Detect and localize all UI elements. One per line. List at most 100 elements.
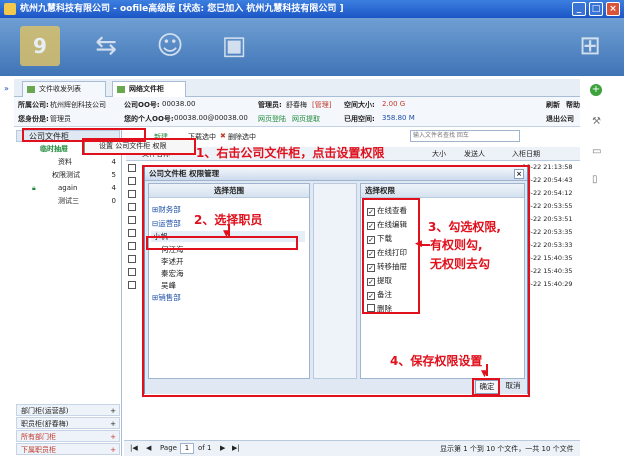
row-checkbox[interactable] (128, 242, 136, 250)
collapse-left-icon[interactable]: » (4, 84, 9, 93)
role-value: 管理员 (50, 115, 71, 123)
annotation-step4: 4、保存权限设置 (390, 354, 483, 368)
annotation-step3-line1: 3、勾选权限, (428, 220, 501, 234)
arrow-down-icon: ▼ (481, 369, 488, 379)
prev-page-icon[interactable]: ◀ (146, 444, 151, 452)
next-page-icon[interactable]: ▶ (220, 444, 225, 452)
space-size: 2.00 G (382, 100, 406, 108)
row-checkbox[interactable] (128, 255, 136, 263)
dept-cabinet-item[interactable]: 部门柜(运营部) + (16, 404, 120, 416)
users-icon[interactable]: ☺ (150, 26, 190, 66)
row-checkbox[interactable] (128, 203, 136, 211)
annotation-step3-line2: 有权则勾, (430, 238, 483, 252)
item-name: 测试三 (58, 197, 79, 205)
list-item[interactable]: 资料 4 (14, 156, 120, 169)
company-label: 所属公司: (18, 101, 49, 109)
admin-name: 舒春梅 (286, 101, 307, 109)
row-checkbox[interactable] (128, 177, 136, 185)
annotation-step2: 2、选择职员 (194, 213, 263, 227)
sub-staff-item[interactable]: 下属职员柜 + (16, 443, 120, 455)
used-label: 已用空间: (344, 115, 375, 123)
row-checkbox[interactable] (128, 190, 136, 198)
list-icon (27, 86, 35, 93)
staff-cabinet-item[interactable]: 职员柜(舒春梅) + (16, 417, 120, 429)
personal-oo: 00038.00@00038.00 (174, 114, 248, 122)
item-count: 4 (111, 184, 116, 192)
page-number-input[interactable]: 1 (180, 443, 194, 454)
first-page-icon[interactable]: |◀ (130, 444, 138, 452)
item-count: 5 (111, 171, 116, 179)
arrow-down-icon: ▼ (223, 229, 230, 239)
tab-bar: 文件收发列表 网络文件柜 (14, 79, 580, 97)
row-checkbox[interactable] (128, 229, 136, 237)
oo-label: 公司OO号: (124, 101, 160, 109)
file-search-input[interactable]: 输入文件名查找 回车 (410, 130, 520, 142)
tab-file-transfer[interactable]: 文件收发列表 (22, 81, 106, 97)
plus-icon: + (110, 446, 116, 454)
item-name: 权限测试 (52, 171, 80, 179)
right-tool-strip: + ⚒ ▭ ▯ (586, 80, 624, 460)
safe-icon[interactable]: ▣ (214, 26, 254, 66)
annotation-box-menu (82, 138, 196, 155)
add-icon[interactable]: + (590, 84, 602, 96)
plus-icon: + (110, 407, 116, 415)
annotation-box-perms (362, 198, 420, 314)
last-page-icon[interactable]: ▶| (232, 444, 240, 452)
row-checkbox[interactable] (128, 216, 136, 224)
maximize-button[interactable]: □ (589, 2, 603, 16)
plus-icon: + (110, 420, 116, 428)
tools-icon[interactable]: ⚒ (592, 116, 601, 127)
tab-label: 文件收发列表 (39, 85, 81, 93)
minimize-button[interactable]: _ (572, 2, 586, 16)
delete-selected-button[interactable]: 删除选中 (228, 132, 256, 142)
refresh-link[interactable]: 刷新 (546, 100, 560, 110)
sub-staff-label: 下属职员柜 (21, 446, 56, 454)
row-checkbox[interactable] (128, 281, 136, 289)
annotation-box-ok (472, 378, 500, 396)
arrow-left-icon: ◀ (415, 239, 422, 249)
help-link[interactable]: 帮助 (566, 100, 580, 110)
web-fetch-link[interactable]: 网页提取 (292, 114, 320, 124)
col-date[interactable]: 入柜日期 (512, 149, 540, 159)
window-title: 杭州九慧科技有限公司 - oofile高级版 [状态: 您已加入 杭州九慧科技有… (20, 4, 344, 14)
item-count: 0 (111, 197, 116, 205)
annotation-box-staff (146, 236, 298, 250)
used-space: 358.80 M (382, 114, 415, 122)
row-checkbox[interactable] (128, 268, 136, 276)
org-chart-icon[interactable]: ⊞ (570, 26, 610, 66)
company-info-bar: 所属公司: 杭州辉创科技公司 公司OO号: 00038.00 管理员: 舒春梅 … (14, 97, 580, 127)
oo-number: 00038.00 (162, 100, 196, 108)
personal-oo-label: 您的个人OO号: (124, 115, 174, 123)
transfer-icon[interactable]: ⇆ (86, 26, 126, 66)
app-icon (4, 3, 16, 15)
close-window-button[interactable]: × (606, 2, 620, 16)
cabinet-icon[interactable]: 9 (20, 26, 60, 66)
plus-icon: + (110, 433, 116, 441)
role-label: 您身份是: (18, 115, 49, 123)
main-toolbar: 9 ⇆ ☺ ▣ ⊞ (0, 18, 624, 76)
list-item[interactable]: 测试三 0 (14, 195, 120, 208)
cabinet-tree-panel: 公司文件柜 临时抽屉 1 资料 4 权限测试 5 🔒︎ again 4 测试三 … (14, 128, 122, 456)
cabinet-tab-icon (117, 86, 125, 93)
logout-link[interactable]: 退出公司 (546, 114, 574, 124)
tab-network-cabinet[interactable]: 网络文件柜 (112, 81, 186, 97)
col-size[interactable]: 大小 (432, 149, 446, 159)
admin-label: 管理员: (258, 101, 282, 109)
item-name: 临时抽屉 (40, 145, 68, 153)
annotation-step1: 1、右击公司文件柜，点击设置权限 (196, 146, 385, 160)
col-sender[interactable]: 发送人 (464, 149, 485, 159)
list-item[interactable]: 🔒︎ again 4 (14, 182, 120, 195)
web-login-link[interactable]: 网页登陆 (258, 114, 286, 124)
monitor-icon[interactable]: ▭ (592, 146, 601, 157)
item-name: again (58, 184, 78, 192)
row-checkbox[interactable] (128, 164, 136, 172)
phone-icon[interactable]: ▯ (592, 174, 598, 185)
page-count: of 1 (198, 444, 212, 452)
window-titlebar: 杭州九慧科技有限公司 - oofile高级版 [状态: 您已加入 杭州九慧科技有… (0, 0, 624, 18)
list-item[interactable]: 权限测试 5 (14, 169, 120, 182)
all-dept-item[interactable]: 所有部门柜 + (16, 430, 120, 442)
admin-tag: [管理] (312, 101, 332, 109)
item-count: 4 (111, 158, 116, 166)
all-dept-label: 所有部门柜 (21, 433, 56, 441)
page-label: Page (160, 444, 177, 452)
